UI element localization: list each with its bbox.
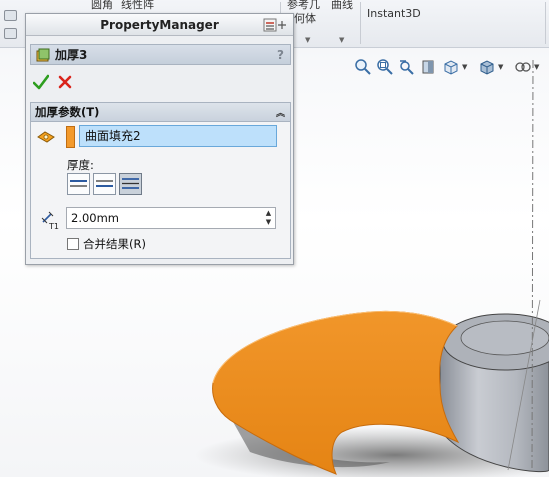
feature-name: 加厚3 [55,48,88,62]
ribbon-reference-geometry-2[interactable]: 何体 [294,10,316,26]
feature-header: 加厚3 ? [30,44,291,65]
view-orientation-icon[interactable] [442,58,460,76]
hide-show-items-icon[interactable] [514,58,532,76]
ribbon-fillet[interactable]: 圆角 [91,0,113,12]
hub-inner-ring [460,320,549,356]
thicken-parameters-group: 加厚参数(T) ︽ 曲面填充2 厚度: T1 2.00mm ▲ ▼ 合并结果(R… [30,102,291,259]
chevron-down-icon[interactable]: ▼ [339,36,344,44]
thicken-both-sides-button[interactable] [119,173,142,195]
spin-buttons[interactable]: ▲ ▼ [263,209,274,227]
face-selection-box[interactable]: 曲面填充2 [79,125,277,147]
face-selection-icon [37,131,55,143]
chevron-down-icon[interactable]: ▼ [462,63,467,71]
thicken-feature-icon [36,48,50,61]
thicken-side1-icon [70,180,87,187]
zoom-to-fit-icon[interactable] [354,58,372,76]
group-title: 加厚参数(T) [35,105,100,119]
thicken-side2-button[interactable] [93,173,116,195]
section-view-icon[interactable] [420,58,438,76]
display-style-icon[interactable] [478,58,496,76]
t1-distance-icon: T1 [41,211,59,230]
spin-up-icon[interactable]: ▲ [263,209,274,218]
thicken-side2-icon [96,180,113,187]
thicken-side1-button[interactable] [67,173,90,195]
thickness-value: 2.00mm [71,211,120,225]
panel-title: PropertyManager [26,14,293,36]
view-toolbar: ▼ ▼ ▼ [354,56,549,78]
thicken-both-sides-icon [122,178,139,189]
ribbon-instant3d[interactable]: Instant3D [367,7,421,20]
svg-text:T1: T1 [48,222,59,230]
checkmark-icon[interactable] [33,74,49,90]
property-manager-panel: PropertyManager 加厚3 ? 加厚参数(T) ︽ 曲面填充2 厚度… [25,13,294,265]
ribbon-small-icon[interactable] [4,10,17,21]
previous-view-icon[interactable] [398,58,416,76]
help-icon[interactable]: ? [277,48,284,62]
x-icon[interactable] [57,74,73,90]
ribbon-curves[interactable]: 曲线 [331,0,353,12]
ribbon-separator [360,2,361,44]
group-header[interactable]: 加厚参数(T) ︽ [31,103,290,122]
selection-color-swatch [66,126,75,148]
chevron-down-icon[interactable]: ▼ [305,36,310,44]
zoom-area-icon[interactable] [376,58,394,76]
spin-down-icon[interactable]: ▼ [263,218,274,227]
thickness-label: 厚度: [67,158,94,172]
ribbon-separator [545,2,546,44]
merge-result-checkbox[interactable] [67,238,79,250]
chevron-down-icon[interactable]: ▼ [498,63,503,71]
ribbon-linear-pattern[interactable]: 线性阵 [121,0,154,12]
pin-icon[interactable] [263,17,289,33]
thickness-input[interactable]: 2.00mm ▲ ▼ [66,207,276,229]
merge-result-label[interactable]: 合并结果(R) [83,236,146,252]
chevron-down-icon[interactable]: ▼ [534,63,539,71]
collapse-icon[interactable]: ︽ [276,106,285,119]
ribbon-small-icon[interactable] [4,28,17,39]
